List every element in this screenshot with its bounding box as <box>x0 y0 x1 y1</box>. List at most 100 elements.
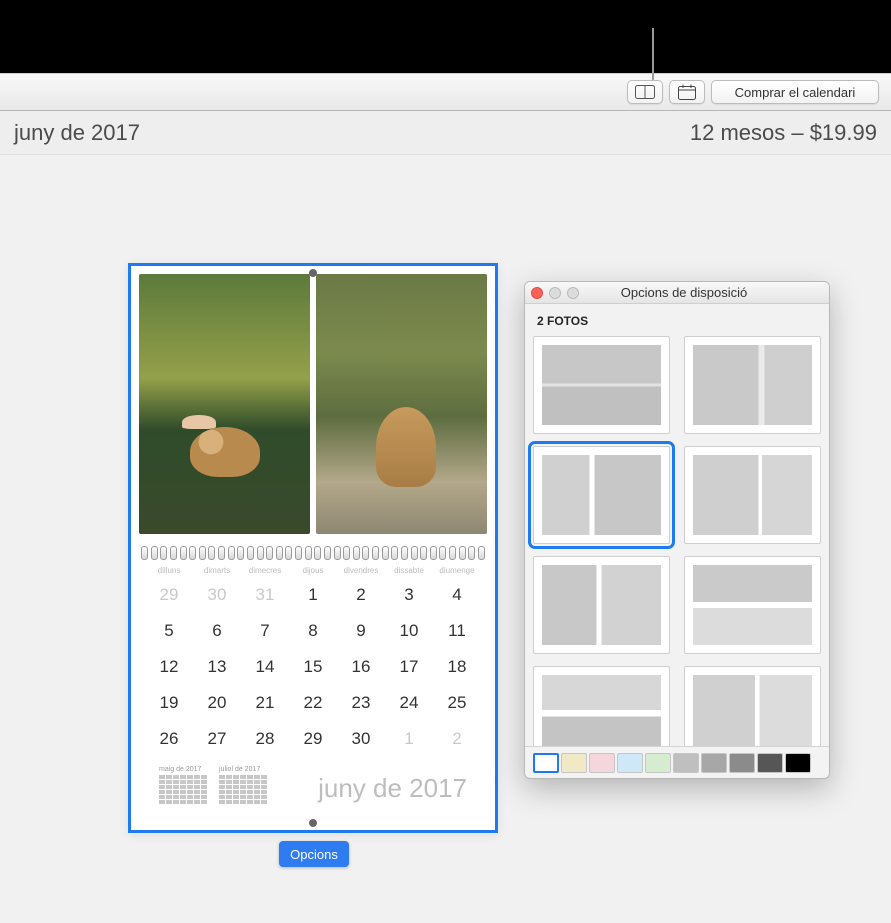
layout-tile-4[interactable] <box>684 446 821 544</box>
day-cell[interactable]: 12 <box>145 649 193 685</box>
day-cell[interactable]: 5 <box>145 613 193 649</box>
project-summary: 12 mesos – $19.99 <box>690 120 877 146</box>
day-cell[interactable]: 25 <box>433 685 481 721</box>
day-cell[interactable]: 16 <box>337 649 385 685</box>
day-cell[interactable]: 10 <box>385 613 433 649</box>
day-cell[interactable]: 29 <box>289 721 337 757</box>
dow-row: dillunsdimartsdimecresdijousdivendresdis… <box>145 566 481 575</box>
day-cell[interactable]: 6 <box>193 613 241 649</box>
toolbar: Comprar el calendari <box>0 73 891 111</box>
options-button[interactable]: Opcions <box>279 841 349 867</box>
buy-button-label: Comprar el calendari <box>735 85 856 100</box>
letterbox-top <box>0 0 891 73</box>
day-cell[interactable]: 14 <box>241 649 289 685</box>
panel-titlebar[interactable]: Opcions de disposició <box>525 282 829 304</box>
day-cell[interactable]: 24 <box>385 685 433 721</box>
color-swatch-9[interactable] <box>757 753 783 773</box>
zoom-icon <box>567 287 579 299</box>
dow-label: dissabte <box>385 566 433 575</box>
spiral-binding <box>137 544 489 562</box>
dow-label: divendres <box>337 566 385 575</box>
layout-tile-5[interactable] <box>533 556 670 654</box>
layout-tile-3[interactable] <box>533 446 670 544</box>
photo-slot-2[interactable] <box>316 274 487 534</box>
color-swatch-5[interactable] <box>645 753 671 773</box>
layout-options-panel: Opcions de disposició 2 FOTOS <box>524 281 830 779</box>
photo-slot-1[interactable] <box>139 274 310 534</box>
view-butterfly-button[interactable] <box>627 80 663 104</box>
layout-scroll[interactable] <box>525 336 829 746</box>
layout-grid <box>533 336 821 746</box>
calendar-icon <box>678 84 696 100</box>
layout-tile-1[interactable] <box>533 336 670 434</box>
day-cell[interactable]: 29 <box>145 577 193 613</box>
day-cell[interactable]: 9 <box>337 613 385 649</box>
dow-label: diumenge <box>433 566 481 575</box>
day-cell[interactable]: 20 <box>193 685 241 721</box>
color-swatch-2[interactable] <box>561 753 587 773</box>
day-cell[interactable]: 28 <box>241 721 289 757</box>
mini-next-month: juliol de 2017 <box>219 766 267 804</box>
day-cell[interactable]: 19 <box>145 685 193 721</box>
day-cell[interactable]: 11 <box>433 613 481 649</box>
layout-thumb-icon <box>693 455 812 535</box>
day-cell[interactable]: 26 <box>145 721 193 757</box>
day-cell[interactable]: 21 <box>241 685 289 721</box>
month-title: juny de 2017 <box>14 120 140 146</box>
calendar-grid: dillunsdimartsdimecresdijousdivendresdis… <box>145 566 481 816</box>
day-cell[interactable]: 30 <box>337 721 385 757</box>
dow-label: dimecres <box>241 566 289 575</box>
page-month-label: juny de 2017 <box>318 773 467 804</box>
color-swatch-10[interactable] <box>785 753 811 773</box>
day-cell[interactable]: 23 <box>337 685 385 721</box>
layout-thumb-icon <box>542 675 661 746</box>
color-swatch-4[interactable] <box>617 753 643 773</box>
day-cell[interactable]: 13 <box>193 649 241 685</box>
color-swatch-1[interactable] <box>533 753 559 773</box>
day-cell[interactable]: 2 <box>337 577 385 613</box>
day-grid: 2930311234567891011121314151617181920212… <box>145 577 481 757</box>
layout-thumb-icon <box>693 675 812 746</box>
layout-thumb-icon <box>542 345 661 425</box>
callout-line <box>652 28 654 80</box>
day-cell[interactable]: 17 <box>385 649 433 685</box>
layout-tile-6[interactable] <box>684 556 821 654</box>
info-bar: juny de 2017 12 mesos – $19.99 <box>0 111 891 155</box>
day-cell[interactable]: 31 <box>241 577 289 613</box>
day-cell[interactable]: 8 <box>289 613 337 649</box>
layout-tile-8[interactable] <box>684 666 821 746</box>
color-swatch-6[interactable] <box>673 753 699 773</box>
color-swatch-8[interactable] <box>729 753 755 773</box>
layout-thumb-icon <box>542 455 661 535</box>
panel-title: Opcions de disposició <box>621 285 787 300</box>
day-cell[interactable]: 1 <box>289 577 337 613</box>
color-swatch-strip <box>525 746 829 778</box>
dow-label: dimarts <box>193 566 241 575</box>
day-cell[interactable]: 7 <box>241 613 289 649</box>
minimize-icon <box>549 287 561 299</box>
day-cell[interactable]: 15 <box>289 649 337 685</box>
mini-prev-month: maig de 2017 <box>159 766 207 804</box>
buy-button[interactable]: Comprar el calendari <box>711 80 879 104</box>
layout-thumb-icon <box>693 565 812 645</box>
day-cell[interactable]: 3 <box>385 577 433 613</box>
mini-months: maig de 2017 juliol de 2017 <box>159 766 267 804</box>
dow-label: dijous <box>289 566 337 575</box>
workspace: dillunsdimartsdimecresdijousdivendresdis… <box>0 155 891 923</box>
day-cell[interactable]: 22 <box>289 685 337 721</box>
spread-view-icon <box>635 85 655 99</box>
color-swatch-3[interactable] <box>589 753 615 773</box>
close-icon[interactable] <box>531 287 543 299</box>
day-cell[interactable]: 2 <box>433 721 481 757</box>
calendar-page[interactable]: dillunsdimartsdimecresdijousdivendresdis… <box>128 263 498 833</box>
day-cell[interactable]: 30 <box>193 577 241 613</box>
day-cell[interactable]: 4 <box>433 577 481 613</box>
day-cell[interactable]: 18 <box>433 649 481 685</box>
layout-tile-7[interactable] <box>533 666 670 746</box>
day-cell[interactable]: 27 <box>193 721 241 757</box>
layout-tile-2[interactable] <box>684 336 821 434</box>
day-cell[interactable]: 1 <box>385 721 433 757</box>
view-calendar-button[interactable] <box>669 80 705 104</box>
color-swatch-7[interactable] <box>701 753 727 773</box>
hole-punch-bottom <box>309 819 317 827</box>
